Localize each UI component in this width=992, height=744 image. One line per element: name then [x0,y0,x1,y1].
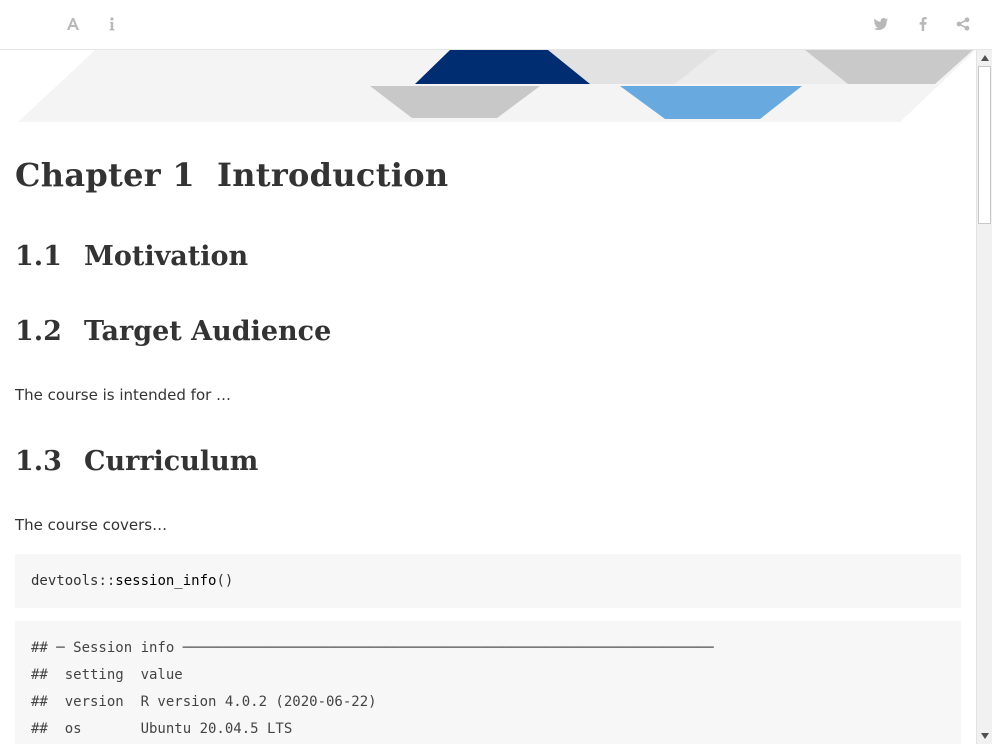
section-number: 1.3 [15,446,62,477]
scrollbar-thumb[interactable] [978,66,991,224]
code-output-line: ## version R version 4.0.2 (2020-06-22) [31,694,377,710]
curriculum-text: The course covers… [15,516,168,534]
facebook-icon[interactable] [911,12,935,36]
scroll-down-icon[interactable] [980,731,990,741]
code-output-line: ## os Ubuntu 20.04.5 LTS [31,721,293,737]
chapter-title-text: Introduction [216,156,449,194]
twitter-icon[interactable] [869,12,893,36]
section-number: 1.1 [15,241,62,272]
section-heading-curriculum: 1.3 Curriculum [15,446,258,477]
code-pkg: devtools [31,573,99,589]
code-output-block[interactable]: ## ─ Session info ──────────────────────… [15,621,961,744]
info-icon[interactable] [100,12,124,36]
section-title: Curriculum [83,446,259,477]
content-area: Chapter 1 Introduction 1.1 Motivation 1.2 T… [0,50,976,744]
code-output-line: ## ─ Session info ──────────────────────… [31,640,714,656]
code-function: session_info [115,573,217,589]
code-args: () [216,573,234,589]
share-icon[interactable] [951,12,975,36]
section-title: Motivation [83,241,249,272]
section-heading-target-audience: 1.2 Target Audience [15,316,331,347]
code-input-block[interactable]: devtools::session_info() [15,554,961,608]
chapter-title: Chapter 1 Introduction [15,156,448,194]
section-heading-motivation: 1.1 Motivation [15,241,248,272]
header-banner [18,50,976,122]
code-output-line: ## setting value [31,667,183,683]
section-number: 1.2 [15,316,62,347]
font-settings-icon[interactable] [61,12,85,36]
chapter-number: Chapter 1 [15,156,195,194]
target-audience-text: The course is intended for … [15,386,232,404]
toolbar [0,0,992,50]
vertical-scrollbar[interactable] [976,50,992,744]
code-sep: :: [98,573,116,589]
scroll-up-icon[interactable] [980,53,990,63]
section-title: Target Audience [83,316,332,347]
